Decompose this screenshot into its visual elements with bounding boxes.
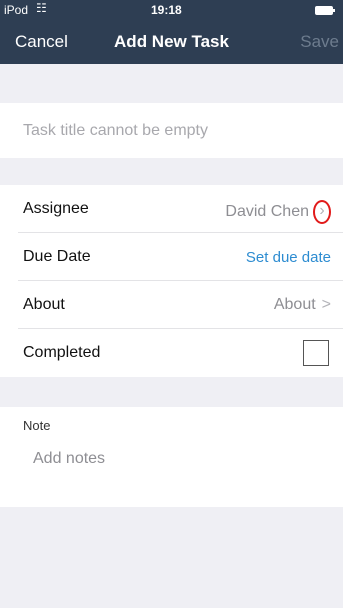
navigation-bar: Cancel Add New Task Save <box>0 20 343 64</box>
save-button[interactable]: Save <box>300 32 339 52</box>
task-title-input[interactable]: Task title cannot be empty <box>23 122 208 140</box>
chevron-right-icon: > <box>321 296 331 313</box>
assignee-row[interactable]: Assignee David Chen › <box>0 185 343 233</box>
completed-row[interactable]: Completed <box>0 329 343 377</box>
note-input[interactable]: Add notes <box>33 450 105 468</box>
clock: 19:18 <box>151 3 182 17</box>
set-due-date-link[interactable]: Set due date <box>246 249 331 266</box>
section-spacer <box>0 158 343 185</box>
section-spacer <box>0 64 343 103</box>
section-spacer <box>0 377 343 407</box>
wifi-icon: ☷ <box>36 1 47 15</box>
completed-label: Completed <box>23 344 101 361</box>
battery-icon <box>315 6 335 15</box>
carrier-label: iPod <box>4 3 29 17</box>
status-bar: iPod ☷ 19:18 <box>0 0 343 20</box>
assignee-label: Assignee <box>23 200 89 217</box>
due-date-row[interactable]: Due Date Set due date <box>0 233 343 281</box>
footer-space <box>0 507 343 608</box>
assignee-name: David Chen <box>225 203 309 221</box>
chevron-right-icon[interactable]: › <box>313 200 331 224</box>
assignee-value: David Chen › <box>225 200 331 224</box>
about-label: About <box>23 296 65 313</box>
completed-checkbox[interactable] <box>303 340 329 366</box>
about-row[interactable]: About About > <box>0 281 343 329</box>
note-label: Note <box>23 418 51 433</box>
page-title: Add New Task <box>114 32 229 51</box>
about-text: About <box>273 296 316 313</box>
about-value: About > <box>274 296 331 314</box>
due-date-label: Due Date <box>23 248 91 265</box>
